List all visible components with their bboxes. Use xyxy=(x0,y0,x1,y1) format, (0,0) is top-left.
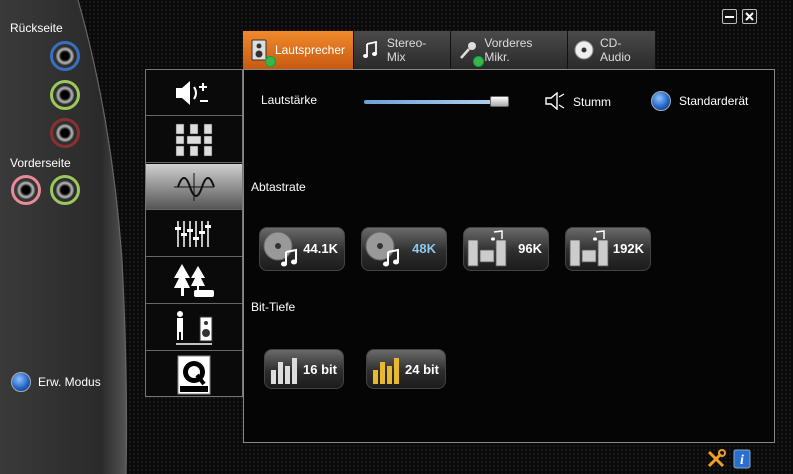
volume-slider-track[interactable] xyxy=(364,100,509,104)
listener-distance-icon xyxy=(176,310,213,345)
bit-depth-16-button[interactable]: 16 bit xyxy=(264,349,344,389)
tab-lautsprecher[interactable]: Lautsprecher xyxy=(243,31,354,69)
bit-depth-value: 24 bit xyxy=(405,362,439,377)
tab-label: Lautsprecher xyxy=(274,43,345,57)
nav-sample-format[interactable] xyxy=(146,164,242,210)
level-meter-icon xyxy=(373,358,399,384)
bit-depth-label: Bit-Tiefe xyxy=(251,300,296,314)
sample-rate-value: 44.1K xyxy=(303,241,338,256)
nav-speaker-config[interactable] xyxy=(146,117,242,163)
home-theater-icon xyxy=(569,230,609,267)
front-jack-green[interactable] xyxy=(50,175,80,205)
sample-rate-label: Abtastrate xyxy=(251,180,306,194)
back-jack-blue[interactable] xyxy=(50,41,80,71)
tab-stereo-mix[interactable]: Stereo-Mix xyxy=(354,31,451,69)
sample-rate-48k-button[interactable]: 48K xyxy=(361,227,447,271)
nav-qsound[interactable] xyxy=(146,352,242,398)
sample-rate-192k-button[interactable]: 192K xyxy=(565,227,651,271)
tab-label: Stereo-Mix xyxy=(386,36,427,64)
default-device-radio[interactable] xyxy=(651,91,671,111)
back-jack-green[interactable] xyxy=(50,80,80,110)
minimize-button[interactable] xyxy=(722,9,737,24)
tab-label: CD-Audio xyxy=(600,36,631,64)
active-check-icon xyxy=(473,56,484,67)
minimize-icon xyxy=(725,16,734,18)
cd-music-icon xyxy=(263,231,297,267)
active-check-icon xyxy=(265,56,276,67)
front-panel-label: Vorderseite xyxy=(10,156,71,170)
advanced-mode-label: Erw. Modus xyxy=(38,375,101,389)
device-tabs: Lautsprecher Stereo-Mix Vorderes Mikr. C… xyxy=(243,31,656,69)
nav-room-correction[interactable] xyxy=(146,305,242,351)
level-meter-icon xyxy=(271,358,297,384)
svg-text:i: i xyxy=(740,453,744,468)
sample-rate-96k-button[interactable]: 96K xyxy=(463,227,549,271)
volume-slider-thumb[interactable] xyxy=(490,96,509,107)
back-panel-label: Rückseite xyxy=(10,21,63,35)
back-jack-red[interactable] xyxy=(50,118,80,148)
side-navigation xyxy=(145,69,243,397)
cd-icon xyxy=(574,39,594,61)
mute-speaker-icon[interactable] xyxy=(544,91,566,113)
mute-label: Stumm xyxy=(573,95,612,109)
sample-rate-value: 96K xyxy=(518,241,542,256)
music-note-icon xyxy=(360,39,381,61)
volume-label: Lautstärke xyxy=(261,93,318,107)
default-device-label: Standarderät xyxy=(679,94,749,108)
close-icon xyxy=(745,12,754,21)
tab-label: Vorderes Mikr. xyxy=(484,36,533,64)
nav-volume[interactable] xyxy=(146,70,242,116)
sample-rate-value: 192K xyxy=(612,241,644,256)
advanced-mode-radio[interactable] xyxy=(11,372,31,392)
sample-rate-44k-button[interactable]: 44.1K xyxy=(259,227,345,271)
bit-depth-24-button[interactable]: 24 bit xyxy=(366,349,446,389)
nav-environment[interactable] xyxy=(146,258,242,304)
nav-equalizer[interactable] xyxy=(146,211,242,257)
close-button[interactable] xyxy=(742,9,757,24)
info-icon[interactable]: i xyxy=(733,449,751,472)
tools-icon[interactable] xyxy=(706,449,726,472)
equalizer-icon xyxy=(175,220,211,247)
front-jack-pink[interactable] xyxy=(11,175,41,205)
sample-rate-value: 48K xyxy=(412,241,436,256)
surround-speakers-icon xyxy=(175,123,213,156)
qsound-logo-icon xyxy=(177,355,211,395)
tab-cd-audio[interactable]: CD-Audio xyxy=(568,31,656,69)
forest-environment-icon xyxy=(174,263,214,297)
cd-music-icon xyxy=(365,231,399,267)
bit-depth-value: 16 bit xyxy=(303,362,337,377)
sine-wave-icon xyxy=(174,172,215,201)
home-theater-icon xyxy=(467,230,507,267)
speaker-volume-icon xyxy=(176,80,208,105)
tab-vorderes-mikr[interactable]: Vorderes Mikr. xyxy=(451,31,568,69)
